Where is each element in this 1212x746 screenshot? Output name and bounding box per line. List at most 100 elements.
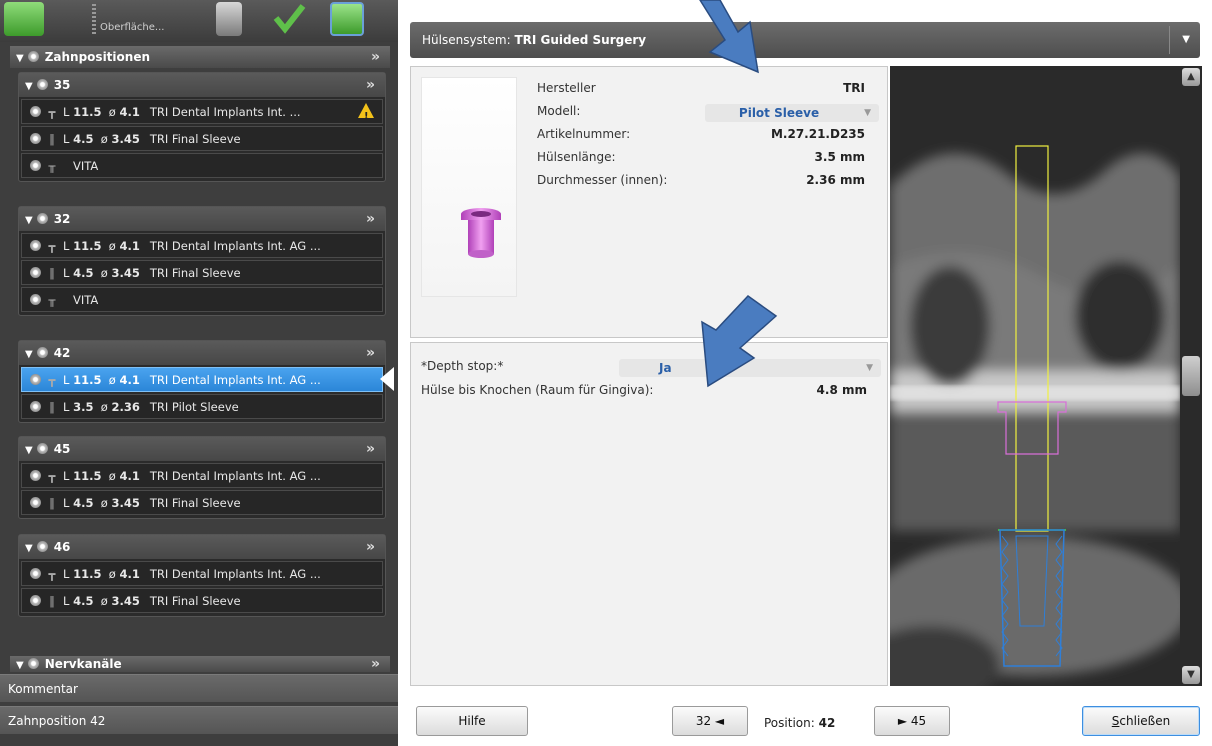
sleeve-length-value: 3.5 mm [814, 150, 865, 164]
collapse-triangle-icon[interactable]: ▼ [16, 658, 24, 672]
double-chevron-icon[interactable]: » [366, 73, 375, 97]
component-row[interactable]: ‖ L 4.5 ø 3.45 TRI Final Sleeve [21, 588, 383, 613]
component-row[interactable]: ‖ L 4.5 ø 3.45 TRI Final Sleeve [21, 490, 383, 515]
dropdown-arrow-icon[interactable]: ▼ [864, 104, 871, 122]
dimensions: L 11.5 ø 4.1 [63, 567, 140, 581]
length-value: 11.5 [73, 105, 102, 119]
tooth-icon[interactable] [330, 2, 364, 36]
sleeve-icon: ‖ [49, 266, 55, 280]
dimensions: L 3.5 ø 2.36 [63, 400, 140, 414]
gingiva-gap-value: 4.8 mm [816, 383, 867, 397]
visibility-icon[interactable] [30, 160, 41, 171]
ct-scrollbar[interactable]: ▲ ▼ [1180, 66, 1202, 686]
warning-icon[interactable]: ! [358, 103, 374, 122]
scroll-up-icon[interactable]: ▲ [1182, 68, 1200, 86]
visibility-icon[interactable] [30, 106, 41, 117]
previous-position-button[interactable]: 32 ◄ [672, 706, 748, 736]
collapse-triangle-icon[interactable]: ▼ [25, 209, 33, 233]
article-value: M.27.21.D235 [770, 127, 865, 141]
component-row[interactable]: ┳ L 11.5 ø 4.1 TRI Dental Implants Int. AG… [21, 463, 383, 488]
length-value: 3.5 [73, 400, 94, 414]
tooth-group-header[interactable]: ▼ 32 » [19, 207, 385, 231]
sleeve-system-select[interactable]: Hülsensystem: TRI Guided Surgery ▼ [410, 22, 1200, 58]
visibility-icon[interactable] [30, 240, 41, 251]
component-name: TRI Dental Implants Int. ... [149, 105, 301, 119]
component-row[interactable]: ┳ L 11.5 ø 4.1 TRI Dental Implants Int. AG… [21, 233, 383, 258]
bottle-icon[interactable] [216, 2, 242, 36]
double-chevron-icon[interactable]: » [371, 656, 380, 672]
tooth-group-header[interactable]: ▼ 42 » [19, 341, 385, 365]
component-row[interactable]: ┳ L 11.5 ø 4.1 TRI Dental Implants Int. AG… [21, 561, 383, 586]
component-row[interactable]: ‖ L 4.5 ø 3.45 TRI Final Sleeve [21, 260, 383, 285]
scroll-down-icon[interactable]: ▼ [1182, 666, 1200, 684]
tooth-group-header[interactable]: ▼ 46 » [19, 535, 385, 559]
scroll-thumb[interactable] [1182, 356, 1200, 396]
visibility-icon[interactable] [30, 595, 41, 606]
visibility-icon[interactable] [36, 213, 48, 224]
visibility-icon[interactable] [30, 401, 41, 412]
help-button[interactable]: Hilfe [416, 706, 528, 736]
sleeve-dialog: Hülsensystem: TRI Guided Surgery ▼ Herst… [398, 0, 1212, 746]
close-button[interactable]: Schließen [1082, 706, 1200, 736]
toolbar-label[interactable]: Oberfläche... [100, 22, 164, 33]
collapse-triangle-icon[interactable]: ▼ [25, 343, 33, 367]
component-row[interactable]: ╥ VITA [21, 287, 383, 312]
component-name: TRI Dental Implants Int. AG ... [149, 373, 321, 387]
collapse-triangle-icon[interactable]: ▼ [25, 439, 33, 463]
visibility-icon[interactable] [30, 497, 41, 508]
visibility-icon[interactable] [27, 51, 39, 62]
model-select[interactable]: Pilot Sleeve ▼ [705, 104, 879, 122]
ct-cross-section-view[interactable]: ▲ ▼ [890, 66, 1202, 686]
position-label: Position: [764, 716, 815, 730]
model-value: Pilot Sleeve [738, 106, 820, 120]
checkmark-icon[interactable] [272, 2, 306, 36]
double-chevron-icon[interactable]: » [366, 535, 375, 559]
comment-bar[interactable]: Kommentar [0, 674, 398, 702]
visibility-icon[interactable] [36, 79, 48, 90]
length-value: 11.5 [73, 469, 102, 483]
visibility-icon[interactable] [30, 374, 41, 385]
diameter-value: 4.1 [119, 239, 140, 253]
double-chevron-icon[interactable]: » [366, 341, 375, 365]
crown-icon: ╥ [48, 159, 56, 173]
component-row[interactable]: ╥ VITA [21, 153, 383, 178]
component-name: TRI Final Sleeve [149, 496, 241, 510]
double-chevron-icon[interactable]: » [366, 437, 375, 461]
visibility-icon[interactable] [30, 133, 41, 144]
tooth-group-header[interactable]: ▼ 35 » [19, 73, 385, 97]
add-icon[interactable] [4, 2, 44, 36]
component-row[interactable]: ‖ L 3.5 ø 2.36 TRI Pilot Sleeve [21, 394, 383, 419]
section-header-nervkanaele[interactable]: ▼ Nervkanäle » [10, 656, 390, 672]
visibility-icon[interactable] [27, 658, 39, 669]
component-row[interactable]: ┳ L 11.5 ø 4.1 TRI Dental Implants Int. AG… [21, 367, 383, 392]
tooth-position-bar[interactable]: Zahnposition 42 [0, 706, 398, 734]
dropdown-arrow-icon[interactable]: ▼ [866, 359, 873, 377]
sleeve-icon: ‖ [49, 496, 55, 510]
visibility-icon[interactable] [36, 541, 48, 552]
visibility-icon[interactable] [30, 294, 41, 305]
collapse-triangle-icon[interactable]: ▼ [16, 48, 24, 70]
visibility-icon[interactable] [30, 568, 41, 579]
implant-icon: ┳ [48, 239, 56, 253]
visibility-icon[interactable] [30, 470, 41, 481]
diameter-value: 3.45 [111, 266, 140, 280]
next-position-button[interactable]: ► 45 [874, 706, 950, 736]
double-chevron-icon[interactable]: » [371, 46, 380, 68]
visibility-icon[interactable] [30, 267, 41, 278]
diameter-value: 2.36 [111, 400, 140, 414]
visibility-icon[interactable] [36, 347, 48, 358]
sleeve-system-label: Hülsensystem: [422, 33, 511, 47]
double-chevron-icon[interactable]: » [366, 207, 375, 231]
component-row[interactable]: ‖ L 4.5 ø 3.45 TRI Final Sleeve [21, 126, 383, 151]
component-name: TRI Final Sleeve [149, 266, 241, 280]
visibility-icon[interactable] [36, 443, 48, 454]
collapse-triangle-icon[interactable]: ▼ [25, 537, 33, 561]
component-row[interactable]: ┳ L 11.5 ø 4.1 TRI Dental Implants Int. ..… [21, 99, 383, 124]
tooth-group-header[interactable]: ▼ 45 » [19, 437, 385, 461]
dropdown-arrow-icon[interactable]: ▼ [1182, 22, 1190, 58]
section-header-zahnpositionen[interactable]: ▼ Zahnpositionen » [10, 46, 390, 68]
implant-icon: ┳ [48, 469, 56, 483]
collapse-triangle-icon[interactable]: ▼ [25, 75, 33, 99]
ct-image [890, 66, 1180, 686]
tooth-group-45: ▼ 45 » ┳ L 11.5 ø 4.1 TRI Dental Implants Int… [18, 436, 386, 519]
